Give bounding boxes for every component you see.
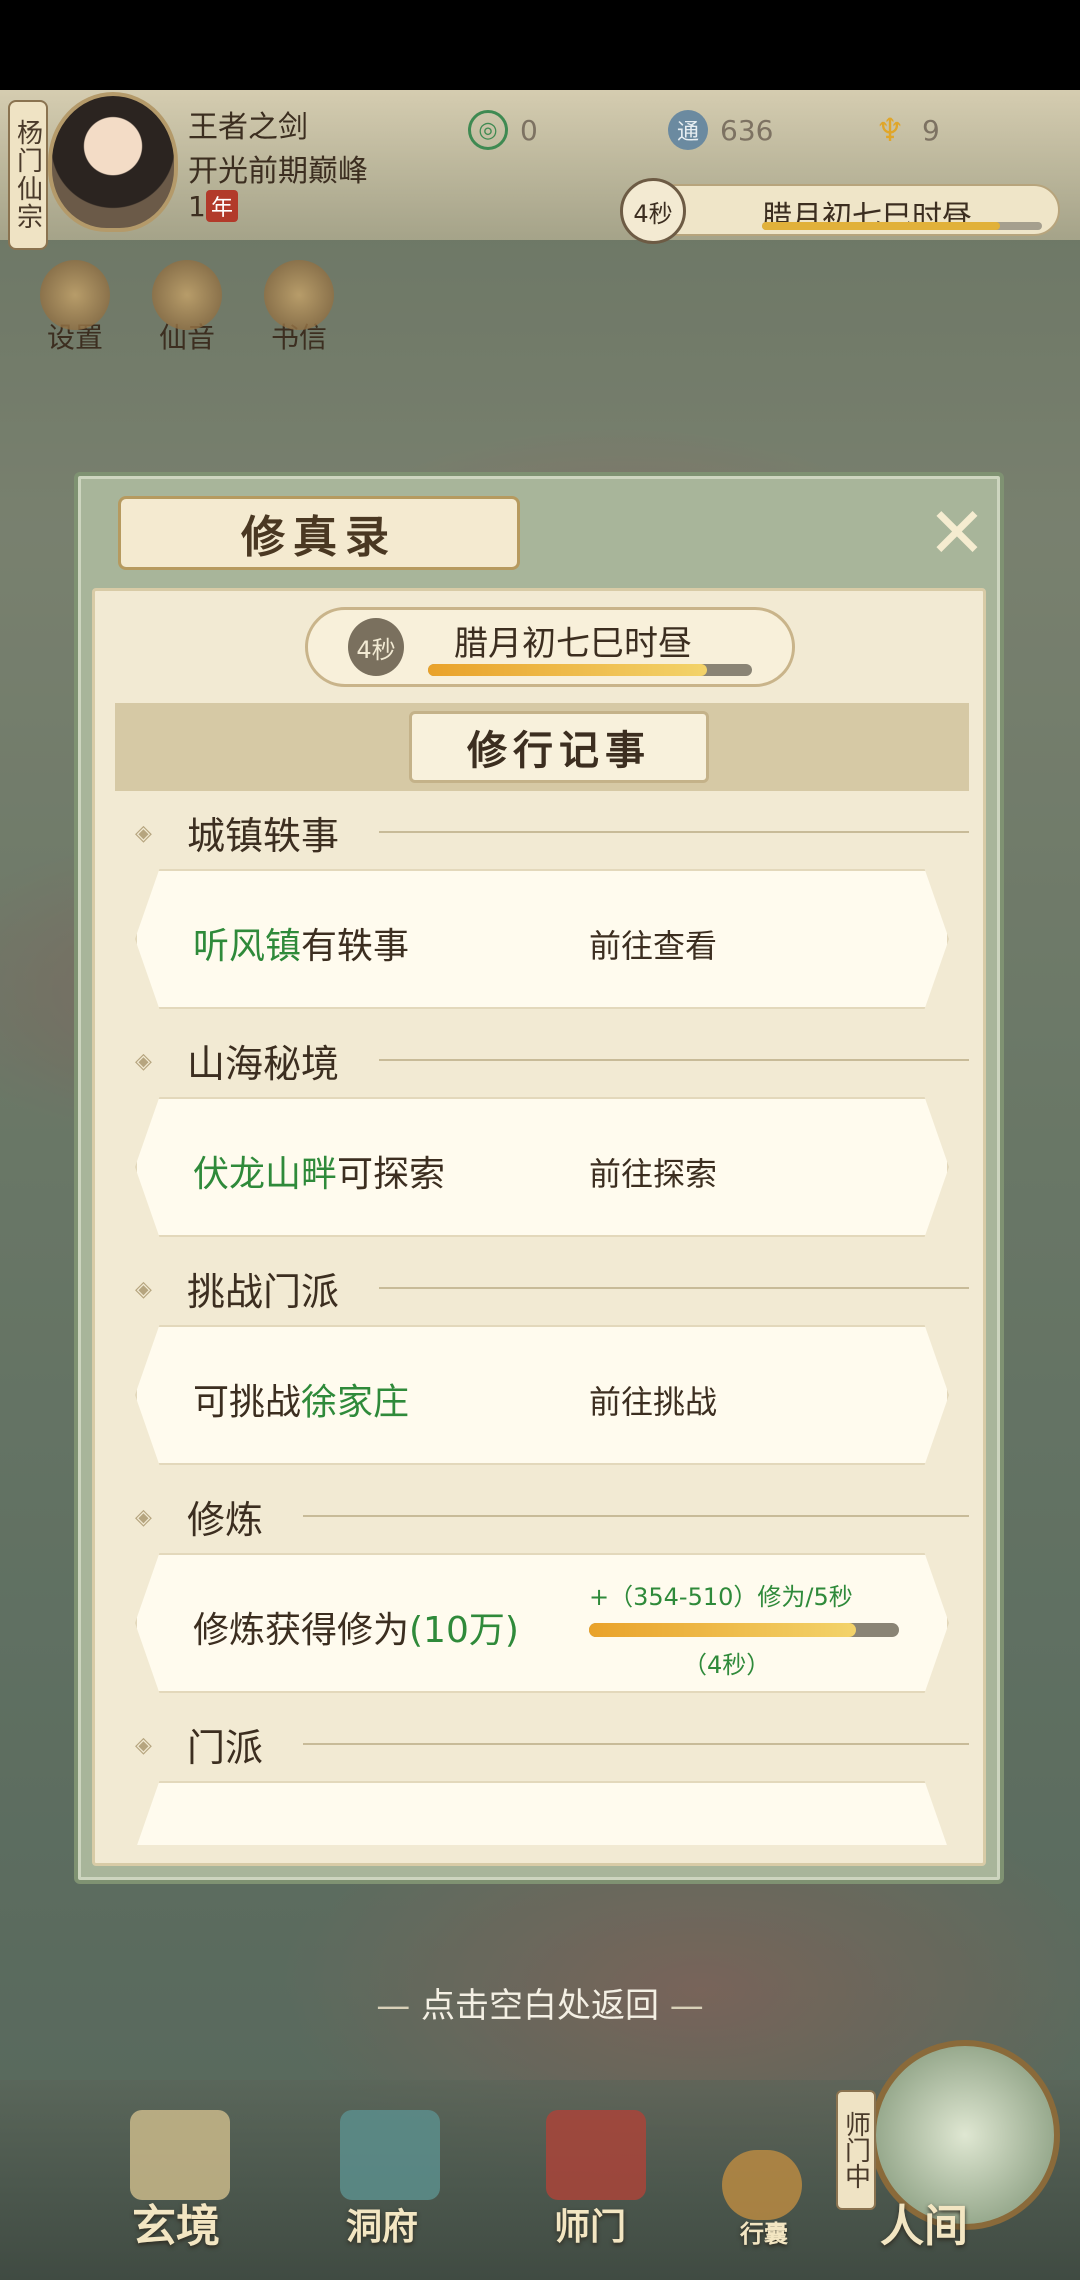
sect-tag[interactable]: 杨门仙宗	[8, 100, 48, 250]
cultivate-text: 修炼获得修为(10万)	[193, 1601, 519, 1653]
currency-jade-value: 0	[520, 113, 538, 147]
list-group-town: ◈ 城镇轶事 听风镇有轶事 前往查看	[115, 797, 969, 1025]
modal-time-track	[428, 664, 752, 676]
cultivate-label: 修炼获得修为	[193, 1610, 410, 1651]
diamond-icon: ◈	[135, 821, 152, 846]
view-town-button[interactable]: 前往查看	[589, 921, 717, 967]
cultivate-progress-fill	[589, 1623, 856, 1637]
group-title-sect: ◈ 门派	[135, 1719, 969, 1770]
realm-name: 伏龙山畔	[193, 1154, 338, 1195]
currency-gold-ingot-value: 9	[922, 113, 940, 147]
challenge-event-text: 可挑战徐家庄	[193, 1373, 409, 1425]
diamond-icon: ◈	[135, 1277, 152, 1302]
player-realm: 开光前期巅峰	[188, 154, 368, 189]
list-group-sect: ◈ 门派	[115, 1709, 969, 1845]
nav-xuanjing[interactable]: 玄境	[132, 2190, 220, 2254]
portal-tag: 师门中	[836, 2090, 876, 2210]
event-list[interactable]: ◈ 城镇轶事 听风镇有轶事 前往查看 ◈ 山海秘境 伏龙山畔可探索 前往探索 ◈…	[115, 797, 969, 1845]
town-event-text: 听风镇有轶事	[193, 917, 409, 969]
shortcut-bar: 设置 仙音 书信	[30, 260, 344, 356]
scroll-icon	[130, 2110, 230, 2200]
rival-sect-name: 徐家庄	[301, 1382, 410, 1423]
group-title-challenge: ◈ 挑战门派	[135, 1263, 969, 1314]
cultivate-card[interactable]: 修炼获得修为(10万) +（354-510）修为/5秒 （4秒）	[135, 1553, 949, 1693]
challenge-event-card[interactable]: 可挑战徐家庄 前往挑战	[135, 1325, 949, 1465]
bag-icon	[722, 2150, 802, 2220]
cultivate-amount: (10万)	[409, 1610, 519, 1651]
modal-time-fill	[428, 664, 707, 676]
nav-xingnang[interactable]: 行囊	[740, 2214, 788, 2249]
group-realm-label: 山海秘境	[187, 1041, 340, 1086]
jade-icon: ◎	[468, 110, 508, 150]
tap-to-return-hint[interactable]: 点击空白处返回	[0, 1978, 1080, 2027]
challenge-button[interactable]: 前往挑战	[589, 1377, 717, 1423]
group-challenge-label: 挑战门派	[187, 1269, 340, 1314]
currency-gold-ingot[interactable]: ♆ 9	[870, 110, 940, 150]
top-time-fill	[762, 222, 1000, 230]
nav-dongfu[interactable]: 洞府	[346, 2198, 418, 2250]
letter-button[interactable]: 书信	[254, 260, 344, 356]
currency-spirit-coin-value: 636	[720, 113, 774, 147]
divider	[303, 1743, 969, 1745]
cultivation-record-modal: 修真录 ✕ 4秒 腊月初七巳时昼 修行记事 ◈ 城镇轶事 听风镇有轶事 前往查看	[74, 472, 1004, 1884]
player-age-number: 1	[188, 190, 206, 223]
sect-card[interactable]	[135, 1781, 949, 1845]
group-title-realm: ◈ 山海秘境	[135, 1035, 969, 1086]
group-title-town: ◈ 城镇轶事	[135, 807, 969, 858]
town-event-suffix: 有轶事	[301, 926, 410, 967]
player-avatar[interactable]	[48, 92, 178, 232]
group-cultivate-label: 修炼	[187, 1497, 264, 1542]
top-time-bar[interactable]: 4秒 腊月初七巳时昼	[620, 178, 1060, 244]
currency-jade[interactable]: ◎ 0	[468, 110, 538, 150]
settings-button[interactable]: 设置	[30, 260, 120, 356]
settings-icon	[40, 260, 110, 330]
letter-icon	[264, 260, 334, 330]
divider	[379, 1059, 969, 1061]
modal-time-banner: 4秒 腊月初七巳时昼	[305, 607, 795, 687]
town-event-card[interactable]: 听风镇有轶事 前往查看	[135, 869, 949, 1009]
town-name: 听风镇	[193, 926, 302, 967]
top-countdown: 4秒	[620, 178, 686, 244]
realm-event-text: 伏龙山畔可探索	[193, 1145, 445, 1197]
hint-text: 点击空白处返回	[376, 1986, 704, 2026]
divider	[379, 1287, 969, 1289]
pavilion-icon	[340, 2110, 440, 2200]
modal-content: 4秒 腊月初七巳时昼 修行记事 ◈ 城镇轶事 听风镇有轶事 前往查看 ◈ 山海秘…	[92, 588, 986, 1866]
music-button[interactable]: 仙音	[142, 260, 232, 356]
close-icon[interactable]: ✕	[922, 498, 992, 568]
challenge-prefix: 可挑战	[193, 1382, 302, 1423]
nav-renjian[interactable]: 人间	[880, 2190, 968, 2254]
spirit-coin-icon: 通	[668, 110, 708, 150]
diamond-icon: ◈	[135, 1505, 152, 1530]
realm-event-suffix: 可探索	[337, 1154, 446, 1195]
banner-icon	[546, 2110, 646, 2200]
player-name: 王者之剑	[188, 110, 308, 145]
modal-title: 修真录	[118, 496, 520, 570]
divider	[303, 1515, 969, 1517]
group-title-cultivate: ◈ 修炼	[135, 1491, 969, 1542]
section-header: 修行记事	[115, 703, 969, 791]
modal-date: 腊月初七巳时昼	[454, 624, 692, 664]
divider	[379, 831, 969, 833]
gold-ingot-icon: ♆	[875, 111, 905, 149]
list-group-challenge: ◈ 挑战门派 可挑战徐家庄 前往挑战	[115, 1253, 969, 1481]
diamond-icon: ◈	[135, 1049, 152, 1074]
realm-event-card[interactable]: 伏龙山畔可探索 前往探索	[135, 1097, 949, 1237]
list-group-cultivate: ◈ 修炼 修炼获得修为(10万) +（354-510）修为/5秒 （4秒）	[115, 1481, 969, 1709]
top-time-track	[762, 222, 1042, 230]
music-icon	[152, 260, 222, 330]
group-sect-label: 门派	[187, 1725, 264, 1770]
cultivate-progress-bar	[589, 1623, 899, 1637]
currency-spirit-coin[interactable]: 通 636	[668, 110, 773, 150]
group-town-label: 城镇轶事	[187, 813, 340, 858]
explore-realm-button[interactable]: 前往探索	[589, 1149, 717, 1195]
cultivate-rate: +（354-510）修为/5秒	[589, 1583, 853, 1611]
diamond-icon: ◈	[135, 1733, 152, 1758]
age-badge: 年	[206, 190, 238, 222]
list-group-realm: ◈ 山海秘境 伏龙山畔可探索 前往探索	[115, 1025, 969, 1253]
modal-countdown: 4秒	[348, 618, 404, 676]
section-title: 修行记事	[409, 711, 709, 783]
nav-shimen[interactable]: 师门	[554, 2198, 626, 2250]
cultivate-countdown: （4秒）	[683, 1651, 771, 1679]
